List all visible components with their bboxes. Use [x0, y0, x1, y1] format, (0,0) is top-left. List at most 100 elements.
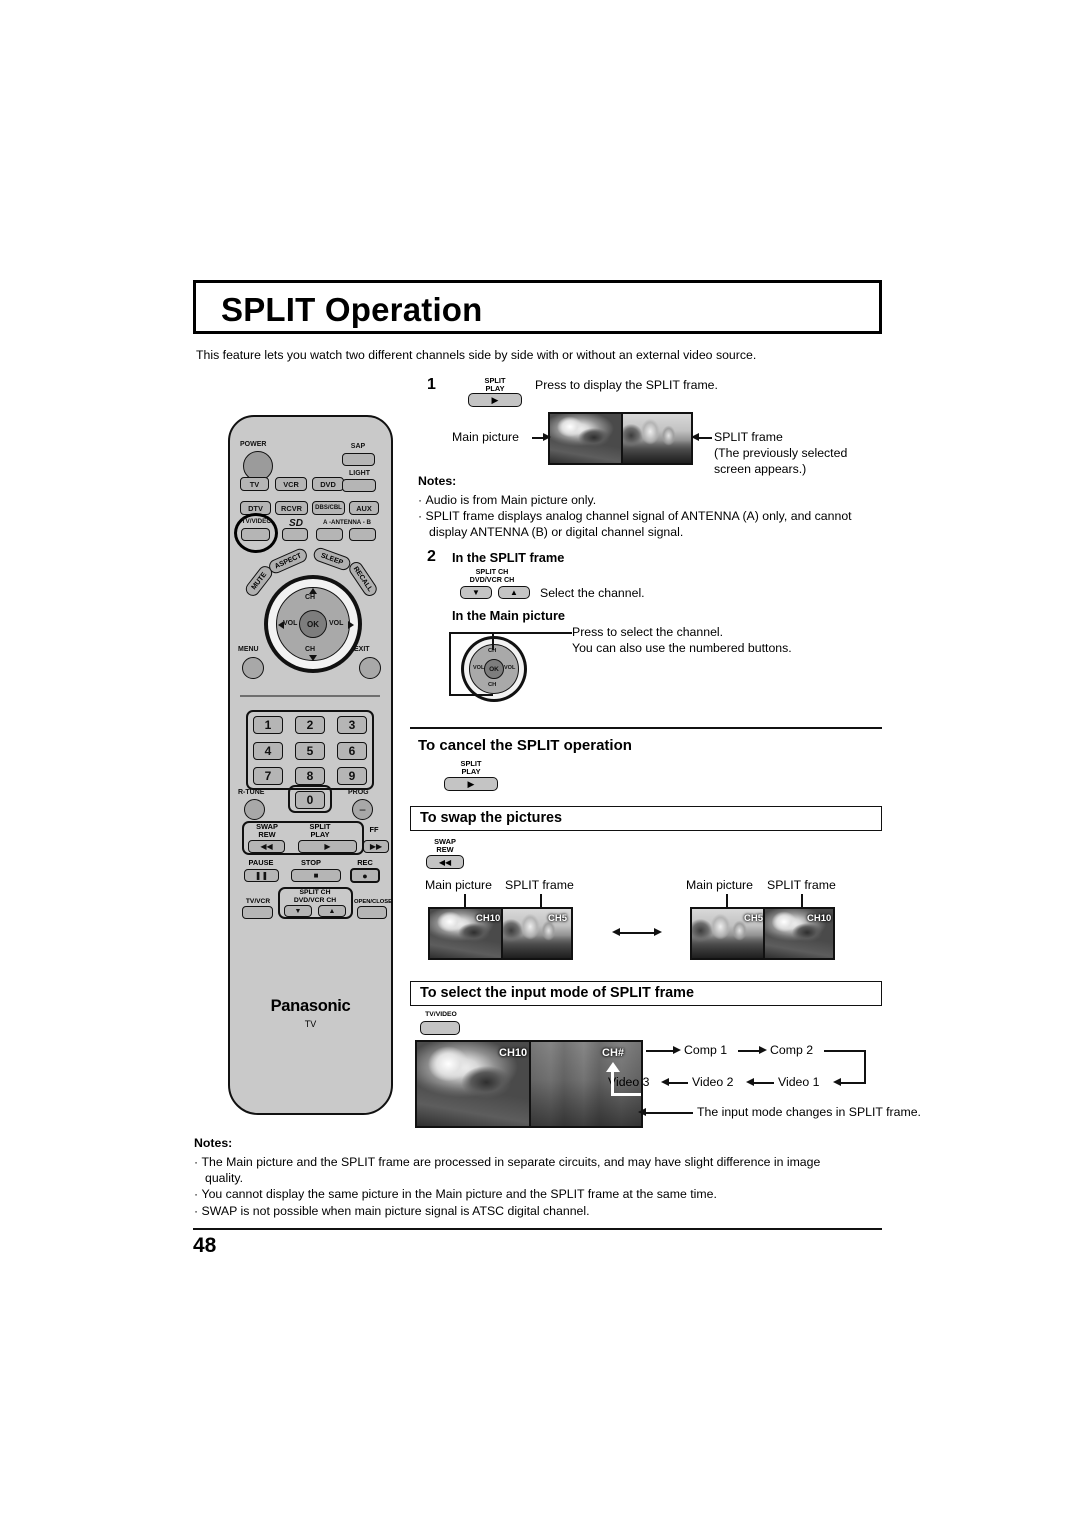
remote-key-4[interactable]: 4 [253, 742, 283, 760]
swap-right-split-channel: CH10 [807, 913, 832, 924]
step1-split-play-button[interactable]: ▶ [468, 393, 522, 407]
wheel-right-arrow-icon [348, 621, 354, 629]
remote-key-0[interactable]: 0 [295, 791, 325, 809]
bottom-note-2-text: You cannot display the same picture in t… [201, 1187, 717, 1201]
remote-key-6[interactable]: 6 [337, 742, 367, 760]
step2-press-to-select-text: Press to select the channel. [572, 625, 724, 639]
step2-split-ch-label: SPLIT CH DVD/VCR CH [469, 567, 515, 585]
remote-sleep-button[interactable]: SLEEP [311, 545, 353, 573]
remote-rcvr-button[interactable]: RCVR [275, 501, 308, 515]
remote-key-8[interactable]: 8 [295, 767, 325, 785]
bottom-note-3-text: SWAP is not possible when main picture s… [201, 1204, 590, 1218]
step2-split-ch-down-button[interactable]: ▼ [460, 586, 492, 599]
remote-menu-button[interactable] [242, 657, 264, 679]
remote-vcr-button[interactable]: VCR [275, 477, 307, 491]
cycle-video-3: Video 3 [608, 1075, 650, 1089]
remote-control-illustration: POWER SAP TV VCR DVD LIGHT DTV RCVR DBS/… [228, 415, 393, 1115]
remote-ff-button[interactable]: ▶▶ [363, 840, 389, 853]
input-caption-arrow-icon [638, 1108, 646, 1116]
step1-split-frame-label: SPLIT frame [714, 430, 783, 444]
remote-key-1[interactable]: 1 [253, 716, 283, 734]
swap-left-split-label: SPLIT frame [505, 878, 574, 892]
remote-key-3[interactable]: 3 [337, 716, 367, 734]
remote-tv-button[interactable]: TV [240, 477, 269, 491]
step1-split-leader [698, 437, 712, 439]
swap-left-main-channel: CH10 [476, 913, 501, 924]
wheel-down-arrow-icon [309, 655, 317, 661]
step2-vol-right-label: VOL [504, 665, 516, 671]
remote-key-7[interactable]: 7 [253, 767, 283, 785]
swap-arrow-left-icon [612, 928, 620, 936]
step1-instruction: Press to display the SPLIT frame. [535, 378, 718, 392]
remote-antenna-b-button[interactable] [349, 528, 376, 541]
remote-key-9[interactable]: 9 [337, 767, 367, 785]
remote-prog-button[interactable]: − [352, 799, 373, 820]
remote-ch-down-label: CH [305, 646, 316, 653]
remote-tvvideo-label: TV/VIDEO [241, 518, 272, 525]
cycle-wrap-bottom [840, 1082, 866, 1084]
page-title-box: SPLIT Operation [193, 280, 882, 334]
step2-vol-left-label: VOL [473, 665, 485, 671]
remote-sap-button[interactable] [342, 453, 375, 466]
cancel-split-play-button[interactable]: ▶ [444, 777, 498, 791]
step1-split-arrow-icon [691, 433, 699, 441]
step1-tv-screen [548, 412, 693, 465]
remote-aspect-button[interactable]: ASPECT [266, 546, 310, 576]
cycle-line-1 [646, 1050, 676, 1052]
swap-rew-button[interactable]: ◀◀ [426, 855, 464, 869]
input-caption-text: The input mode changes in SPLIT frame. [697, 1105, 921, 1119]
remote-stop-button[interactable]: ■ [291, 869, 341, 882]
remote-antenna-label: A -ANTENNA - B [322, 519, 371, 526]
remote-power-label: POWER [240, 441, 267, 448]
remote-split-ch-label: SPLIT CH DVD/VCR CH [293, 889, 337, 905]
cancel-split-play-label: SPLIT PLAY [460, 759, 482, 777]
swap-double-arrow-line [619, 932, 655, 935]
swap-right-main-leader [726, 894, 728, 907]
swap-left-main-label: Main picture [425, 878, 492, 892]
remote-aux-button[interactable]: AUX [349, 501, 379, 515]
remote-tvvcr-button[interactable] [242, 906, 273, 919]
step2-ok-button[interactable]: OK [484, 659, 504, 679]
remote-light-label: LIGHT [349, 470, 370, 477]
remote-rec-button[interactable]: ● [350, 868, 380, 883]
remote-openclose-button[interactable] [357, 906, 387, 919]
remote-split-play-button[interactable]: ▶ [298, 840, 357, 853]
cycle-arrow-1-icon [673, 1046, 681, 1054]
step2-split-ch-up-button[interactable]: ▲ [498, 586, 530, 599]
input-tvvideo-button[interactable] [420, 1021, 460, 1035]
remote-rtune-button[interactable] [244, 799, 265, 820]
remote-pause-button[interactable]: ❚❚ [244, 869, 279, 882]
step2-bracket-vertical [449, 632, 451, 696]
step1-note-1: · Audio is from Main picture only. [418, 493, 597, 507]
remote-split-play-label: SPLIT PLAY [309, 822, 331, 840]
swap-right-main-label: Main picture [686, 878, 753, 892]
remote-light-button[interactable] [342, 479, 376, 492]
remote-tvvideo-button[interactable] [241, 528, 270, 541]
cancel-section-heading: To cancel the SPLIT operation [418, 737, 632, 754]
remote-key-5[interactable]: 5 [295, 742, 325, 760]
remote-swap-rew-button[interactable]: ◀◀ [248, 840, 285, 853]
step1-main-arrow-icon [543, 433, 551, 441]
remote-antenna-a-button[interactable] [316, 528, 343, 541]
step1-main-picture [550, 414, 621, 463]
remote-ch-up-label: CH [305, 594, 316, 601]
input-section-box: To select the input mode of SPLIT frame [410, 981, 882, 1006]
remote-key-2[interactable]: 2 [295, 716, 325, 734]
remote-dvd-button[interactable]: DVD [312, 477, 344, 491]
swap-left-tv-screen: CH10 CH5 [428, 907, 573, 960]
step1-note-2-text: SPLIT frame displays analog channel sign… [425, 509, 852, 523]
remote-sd-button[interactable] [282, 528, 308, 541]
remote-split-ch-down-button[interactable]: ▼ [284, 905, 312, 917]
step1-note-2-cont: display ANTENNA (B) or digital channel s… [429, 525, 684, 539]
step1-note-1-text: Audio is from Main picture only. [425, 493, 597, 507]
remote-vol-right-label: VOL [329, 620, 344, 627]
swap-left-split-leader [540, 894, 542, 907]
page-number: 48 [193, 1234, 217, 1257]
manual-page: SPLIT Operation This feature lets you wa… [0, 0, 1080, 1527]
remote-exit-button[interactable] [359, 657, 381, 679]
remote-sap-label: SAP [350, 443, 366, 450]
remote-split-ch-up-button[interactable]: ▲ [318, 905, 346, 917]
remote-dbscbl-button[interactable]: DBS/CBL [312, 501, 345, 515]
step2-in-split-frame-heading: In the SPLIT frame [452, 550, 565, 565]
remote-ok-button[interactable]: OK [299, 610, 327, 638]
